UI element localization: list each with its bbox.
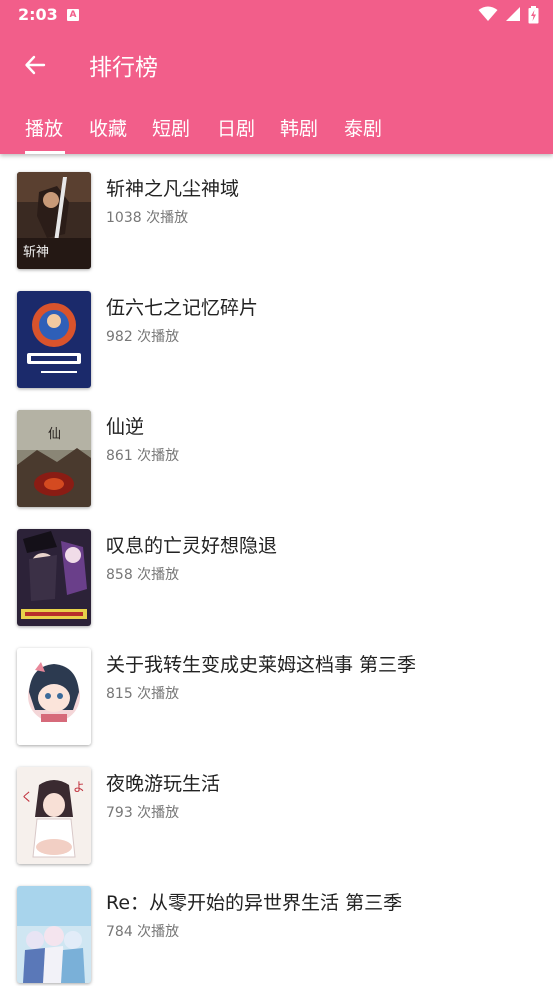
ranking-item[interactable]: Re：从零开始的异世界生活 第三季 784 次播放 — [0, 868, 553, 986]
tab-short-drama[interactable]: 短剧 — [152, 108, 192, 154]
ranking-item[interactable]: よ く 夜晚游玩生活 793 次播放 — [0, 749, 553, 867]
item-play-count: 1038 次播放 — [106, 210, 189, 226]
tab-play[interactable]: 播放 — [25, 108, 65, 154]
status-bar: 2:03 A — [0, 0, 553, 30]
item-play-count: 982 次播放 — [106, 329, 180, 345]
poster-image — [17, 291, 91, 388]
tab-favorites[interactable]: 收藏 — [89, 108, 129, 154]
status-icons — [476, 6, 539, 24]
battery-icon — [528, 6, 539, 24]
tab-label: 收藏 — [89, 118, 128, 140]
poster-image: 斩神 — [17, 172, 91, 269]
svg-text:斩神: 斩神 — [23, 245, 49, 260]
ranking-item[interactable]: 仙 仙逆 861 次播放 — [0, 392, 553, 510]
ranking-item[interactable]: 叹息的亡灵好想隐退 858 次播放 — [0, 511, 553, 629]
item-title: 斩神之凡尘神域 — [106, 178, 240, 200]
wifi-icon — [478, 6, 498, 21]
notification-icon: A — [67, 9, 79, 21]
poster-image — [17, 529, 91, 626]
poster-image: 仙 — [17, 410, 91, 507]
tab-label: 泰剧 — [344, 118, 383, 140]
item-play-count: 793 次播放 — [106, 805, 180, 821]
ranking-item[interactable]: 伍六七之记忆碎片 982 次播放 — [0, 273, 553, 391]
page-title: 排行榜 — [89, 55, 158, 81]
item-title: 叹息的亡灵好想隐退 — [106, 535, 278, 557]
poster-image — [17, 648, 91, 745]
poster-image — [17, 886, 91, 983]
tab-bar: 播放 收藏 短剧 日剧 韩剧 泰剧 — [0, 108, 553, 154]
tab-japanese-drama[interactable]: 日剧 — [217, 108, 257, 154]
tab-label: 短剧 — [152, 118, 191, 140]
signal-icon — [505, 7, 520, 21]
item-title: 关于我转生变成史莱姆这档事 第三季 — [106, 654, 417, 676]
status-time: 2:03 — [18, 5, 58, 24]
tab-thai-drama[interactable]: 泰剧 — [344, 108, 384, 154]
svg-text:よ: よ — [73, 780, 85, 794]
tab-korean-drama[interactable]: 韩剧 — [280, 108, 320, 154]
poster-image: よ く — [17, 767, 91, 864]
tab-label: 播放 — [25, 118, 64, 140]
back-button[interactable] — [20, 50, 50, 80]
tab-indicator — [25, 151, 65, 154]
item-play-count: 784 次播放 — [106, 924, 180, 940]
item-play-count: 858 次播放 — [106, 567, 180, 583]
arrow-back-icon — [25, 55, 46, 75]
item-title: 仙逆 — [106, 416, 145, 438]
item-play-count: 815 次播放 — [106, 686, 180, 702]
ranking-item[interactable]: 关于我转生变成史莱姆这档事 第三季 815 次播放 — [0, 630, 553, 748]
svg-text:仙: 仙 — [48, 427, 61, 442]
svg-text:く: く — [21, 790, 33, 804]
item-title: Re：从零开始的异世界生活 第三季 — [106, 892, 403, 914]
app-bar: 2:03 A 排行榜 播放 收藏 短剧 日剧 韩剧 泰剧 — [0, 0, 553, 154]
tab-label: 日剧 — [217, 118, 256, 140]
item-title: 伍六七之记忆碎片 — [106, 297, 259, 319]
item-title: 夜晚游玩生活 — [106, 773, 221, 795]
item-play-count: 861 次播放 — [106, 448, 180, 464]
tab-label: 韩剧 — [280, 118, 319, 140]
ranking-item[interactable]: 斩神 斩神之凡尘神域 1038 次播放 — [0, 154, 553, 272]
